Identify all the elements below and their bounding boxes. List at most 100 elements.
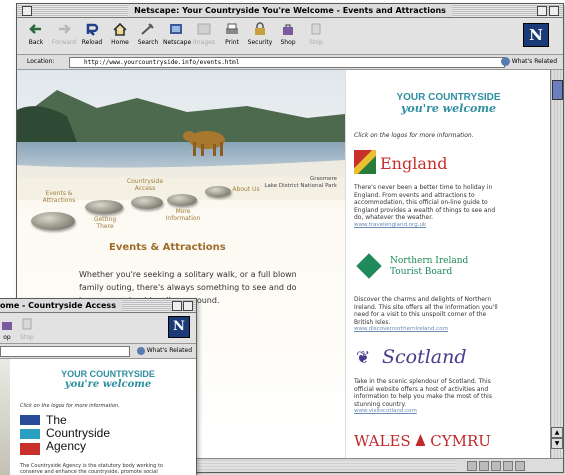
component-bar-icon-2[interactable] <box>479 461 489 471</box>
second-netscape-logo[interactable]: N <box>168 316 190 338</box>
second-brand-line-2: you're welcome <box>64 379 152 390</box>
shop-button[interactable]: Shop <box>275 21 301 51</box>
component-bar-icon-5[interactable] <box>515 461 525 471</box>
scotland-logo[interactable]: ❦ Scotland <box>354 346 504 372</box>
second-whats-related-button[interactable]: What's Related <box>136 346 192 356</box>
location-bar: Location: http://www.yourcountryside.inf… <box>17 55 563 70</box>
window-title: Netscape: Your Countryside You're Welcom… <box>128 4 452 17</box>
back-button[interactable]: Back <box>23 21 49 51</box>
collapse-box-icon[interactable] <box>549 6 559 16</box>
netscape-logo[interactable]: N <box>523 23 549 47</box>
second-zoom-box-icon[interactable] <box>172 301 182 311</box>
second-brand-line-1: YOUR COUNTRYSIDE <box>61 369 155 379</box>
zoom-box-icon[interactable] <box>537 6 547 16</box>
scroll-up-button[interactable]: ▲ <box>551 427 563 438</box>
component-bar-icon-3[interactable] <box>491 461 501 471</box>
print-button[interactable]: Print <box>219 21 245 51</box>
second-window-title: ome - Countryside Access <box>0 299 122 312</box>
agency-logo-text-1: The <box>46 413 67 427</box>
netscape-label: Netscape <box>163 39 192 46</box>
vertical-scrollbar[interactable]: ▲ ▼ <box>550 70 563 458</box>
england-logo[interactable]: England <box>354 150 504 178</box>
nav-stone-events[interactable] <box>31 212 75 230</box>
component-bar-icon-4[interactable] <box>503 461 513 471</box>
second-related-icon <box>136 346 145 355</box>
england-link[interactable]: www.travelengland.org.uk <box>354 222 426 228</box>
second-related-label: What's Related <box>146 347 192 354</box>
thistle-icon: ❦ <box>356 348 371 368</box>
england-rose-icon <box>354 150 376 174</box>
forward-arrow-icon <box>59 24 71 34</box>
shop-bag-icon <box>2 322 12 330</box>
second-stop-button[interactable]: Stop <box>14 316 40 346</box>
second-blurb: The Countryside Agency is the statutory … <box>20 463 163 475</box>
navigation-toolbar: Back Forward Reload Home Search Netscape… <box>17 18 563 55</box>
countryside-agency-logo[interactable]: The Countryside Agency <box>20 413 170 459</box>
forward-button[interactable]: Forward <box>51 21 77 51</box>
stone-label-events: Events & Attractions <box>42 190 76 204</box>
netscape-icon <box>170 24 182 34</box>
agency-stripes-icon <box>20 415 40 455</box>
stop-icon <box>311 23 321 35</box>
second-click-info: Click on the logos for more information. <box>20 403 120 409</box>
forward-label: Forward <box>51 39 77 46</box>
stone-label-getting-there: Getting There <box>93 216 117 230</box>
page-heading: Events & Attractions <box>109 242 226 253</box>
images-icon <box>197 23 211 35</box>
wales-dragon-icon <box>415 434 426 446</box>
images-label: Images <box>193 39 215 46</box>
security-lock-icon <box>255 22 265 35</box>
scotland-logo-text: Scotland <box>382 346 467 368</box>
search-button[interactable]: Search <box>135 21 161 51</box>
print-label: Print <box>225 39 239 46</box>
back-arrow-icon <box>29 24 41 34</box>
security-button[interactable]: Security <box>247 21 273 51</box>
second-toolbar: op Stop N <box>0 313 196 344</box>
close-box-icon[interactable] <box>22 6 32 16</box>
nav-stone-about[interactable] <box>205 186 231 197</box>
reload-label: Reload <box>81 39 103 46</box>
url-field[interactable]: http://www.yourcountryside.info/events.h… <box>69 57 505 68</box>
brand-line-2: you're welcome <box>400 102 497 115</box>
vertical-scroll-thumb[interactable] <box>552 80 563 100</box>
england-blurb: There's never been a better time to holi… <box>354 184 496 221</box>
reload-button[interactable]: Reload <box>79 21 105 51</box>
ni-blurb: Discover the charms and delights of Nort… <box>354 296 498 326</box>
right-frame: YOUR COUNTRYSIDE you're welcome Click on… <box>345 70 551 458</box>
stone-label-more-info: More Information <box>165 208 201 222</box>
component-bar-icon-1[interactable] <box>467 461 477 471</box>
related-icon <box>500 57 510 66</box>
shop-label: Shop <box>280 39 296 46</box>
print-icon <box>226 23 238 34</box>
nav-stone-getting-there[interactable] <box>85 200 123 214</box>
wales-logo[interactable]: WALES CYMRU <box>354 432 504 452</box>
wales-logo-text: WALES <box>354 432 411 450</box>
agency-logo-text-2: Countryside <box>46 426 111 440</box>
stop-button[interactable]: Stop <box>303 21 329 51</box>
second-url-field[interactable] <box>0 346 130 357</box>
ni-link[interactable]: www.discovernorthernireland.com <box>354 326 448 332</box>
location-label: Location: <box>27 58 55 65</box>
images-button[interactable]: Images <box>191 21 217 51</box>
scroll-down-button[interactable]: ▼ <box>551 438 563 449</box>
second-page-content: YOUR COUNTRYSIDE you're welcome Click on… <box>0 359 196 475</box>
back-label: Back <box>28 39 44 46</box>
nav-stone-more-info[interactable] <box>167 194 197 206</box>
ni-logo-text-1: Northern Ireland <box>390 256 469 266</box>
second-collapse-box-icon[interactable] <box>183 301 193 311</box>
second-left-photo-strip <box>0 359 10 475</box>
scotland-link[interactable]: www.visitscotland.com <box>354 408 417 414</box>
stone-label-access: Countryside Access <box>126 178 164 192</box>
england-logo-text: England <box>380 154 448 173</box>
main-title-bar[interactable]: Netscape: Your Countryside You're Welcom… <box>17 4 563 18</box>
home-label: Home <box>111 39 129 46</box>
netscape-button[interactable]: Netscape <box>163 21 192 51</box>
second-title-bar[interactable]: ome - Countryside Access <box>0 299 196 313</box>
nav-stone-access[interactable] <box>131 196 163 209</box>
countryside-access-window: ome - Countryside Access op Stop N What'… <box>0 298 197 475</box>
search-label: Search <box>137 39 159 46</box>
security-label: Security <box>247 39 273 46</box>
whats-related-button[interactable]: What's Related <box>500 57 557 67</box>
northern-ireland-logo[interactable]: Northern Ireland Tourist Board <box>354 253 504 284</box>
home-button[interactable]: Home <box>107 21 133 51</box>
